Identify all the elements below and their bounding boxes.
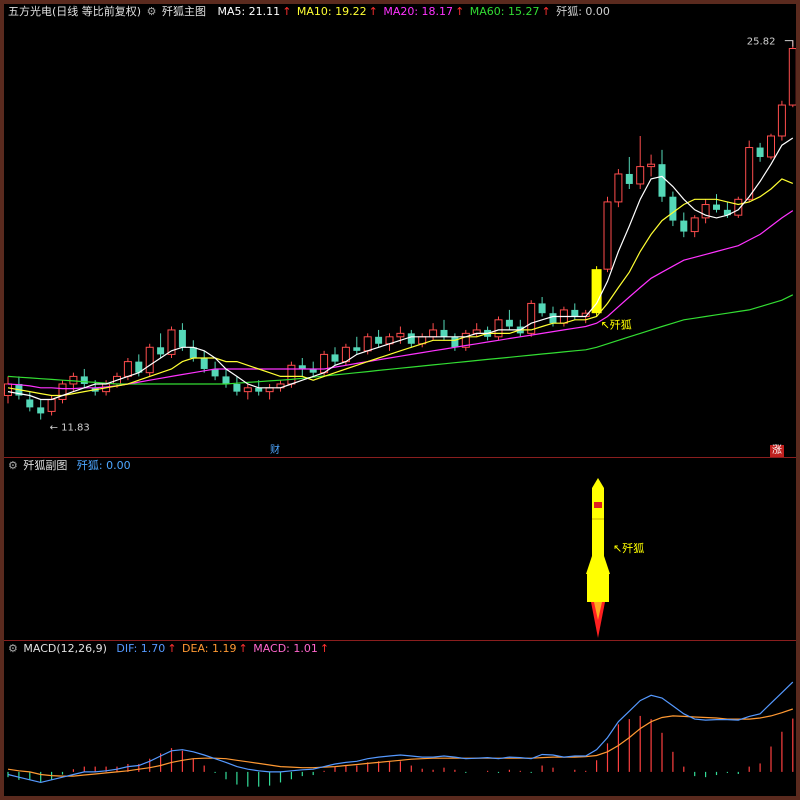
arrow-icon: ↖: [613, 542, 623, 555]
max-price-pointer: [784, 40, 794, 47]
gear-icon[interactable]: ⚙: [147, 5, 157, 18]
candle-down: [233, 383, 241, 392]
rocket-nose: [592, 478, 604, 488]
zhang-marker[interactable]: 涨: [770, 445, 784, 457]
candle-down: [505, 319, 513, 327]
candle-up: [777, 104, 786, 137]
candle-up: [614, 173, 623, 203]
candle-down: [353, 347, 361, 351]
gear-icon[interactable]: ⚙: [8, 642, 18, 655]
candle-down: [549, 313, 557, 324]
main-signal-label: ↖歼狐: [601, 317, 632, 331]
gear-icon[interactable]: ⚙: [8, 459, 18, 472]
ma10-up-icon: ↑: [368, 5, 378, 18]
candle-up: [47, 398, 56, 412]
candle-up: [4, 383, 12, 397]
candle-down: [331, 354, 339, 362]
ma10-value: MA10: 19.22: [296, 5, 367, 18]
candle-down: [375, 336, 383, 344]
candle-down: [538, 303, 546, 314]
stock-chart-window: 五方光电(日线 等比前复权) ⚙ 歼狐主图 MA5: 21.11 ↑ MA10: …: [4, 4, 796, 796]
candle-up: [603, 201, 612, 270]
candle-up: [647, 163, 656, 168]
candle-up: [767, 135, 775, 158]
macd-header: ⚙ MACD(12,26,9) DIF: 1.70 ↑ DEA: 1.19 ↑ MA…: [8, 641, 331, 657]
candle-down: [669, 196, 677, 221]
candle-up: [123, 361, 132, 377]
macd-value: MACD: 1.01: [253, 642, 318, 655]
macd-panel[interactable]: [4, 657, 796, 796]
sub-chart-header: ⚙ 歼狐副图 歼狐: 0.00: [8, 458, 133, 474]
ma20-value: MA20: 18.17: [383, 5, 454, 18]
ma5-up-icon: ↑: [282, 5, 292, 18]
candle-up: [636, 166, 645, 185]
candle-up: [320, 353, 329, 374]
indicator-name[interactable]: 歼狐主图: [162, 5, 206, 18]
sub-signal-value: 歼狐: 0.00: [76, 459, 131, 472]
candle-down: [178, 329, 186, 348]
candle-down: [407, 333, 415, 344]
sub-signal-text: 歼狐: [622, 542, 645, 555]
rocket-window: [594, 502, 602, 508]
candle-up: [745, 147, 754, 200]
candle-down: [157, 347, 165, 355]
ma60-value: MA60: 15.27: [469, 5, 540, 18]
candle-down: [658, 164, 666, 197]
candle-up: [396, 332, 405, 338]
candle-down: [713, 204, 720, 210]
main-chart-header: 五方光电(日线 等比前复权) ⚙ 歼狐主图 MA5: 21.11 ↑ MA10: …: [8, 4, 612, 20]
candle-up: [243, 387, 252, 393]
candle-down: [451, 336, 459, 348]
ma5-line: [7, 137, 794, 401]
candle-down: [37, 407, 45, 414]
signal-panel[interactable]: [4, 474, 796, 640]
stock-title: 五方光电(日线 等比前复权): [8, 5, 142, 18]
candle-up: [788, 48, 796, 106]
dif-up-icon: ↑: [167, 642, 177, 655]
candle-down: [200, 358, 208, 369]
candle-down: [80, 376, 88, 384]
ma5-value: MA5: 21.11: [217, 5, 281, 18]
rocket-icon: [586, 478, 610, 638]
candle-down: [211, 368, 219, 377]
candle-up: [690, 217, 699, 233]
candle-down: [571, 309, 579, 317]
signal-value: 歼狐: 0.00: [556, 5, 610, 18]
rocket-base: [587, 574, 609, 602]
candle-down: [440, 329, 448, 337]
candle-up: [494, 319, 503, 338]
sub-signal-label: ↖歼狐: [611, 543, 646, 555]
candle-up: [58, 383, 67, 400]
rocket-fin-left: [586, 556, 592, 574]
candle-down: [756, 147, 764, 157]
dea-up-icon: ↑: [238, 642, 248, 655]
candlestick-panel[interactable]: 25.82 ← 11.83 ↖歼狐: [4, 20, 796, 457]
rocket-body: [592, 488, 604, 574]
candle-down: [222, 376, 230, 384]
candle-up: [363, 336, 372, 352]
dif-value: DIF: 1.70: [116, 642, 166, 655]
dea-value: DEA: 1.19: [182, 642, 237, 655]
ma20-up-icon: ↑: [455, 5, 465, 18]
cai-marker[interactable]: 财: [268, 445, 282, 457]
candle-down: [625, 173, 633, 184]
max-price-label: 25.82: [747, 37, 776, 48]
rocket-fin-right: [604, 556, 610, 574]
macd-name[interactable]: MACD(12,26,9): [23, 642, 107, 655]
candle-up: [429, 329, 438, 338]
candle-up: [287, 364, 296, 385]
low-price-label: ← 11.83: [50, 422, 90, 433]
sub-indicator-name[interactable]: 歼狐副图: [23, 459, 67, 472]
candle-down: [189, 347, 197, 359]
ma60-up-icon: ↑: [541, 5, 551, 18]
candle-down: [680, 220, 688, 232]
signal-candle: [591, 269, 602, 314]
macd-up-icon: ↑: [319, 642, 330, 655]
candle-down: [26, 399, 34, 408]
candle-up: [145, 346, 154, 374]
